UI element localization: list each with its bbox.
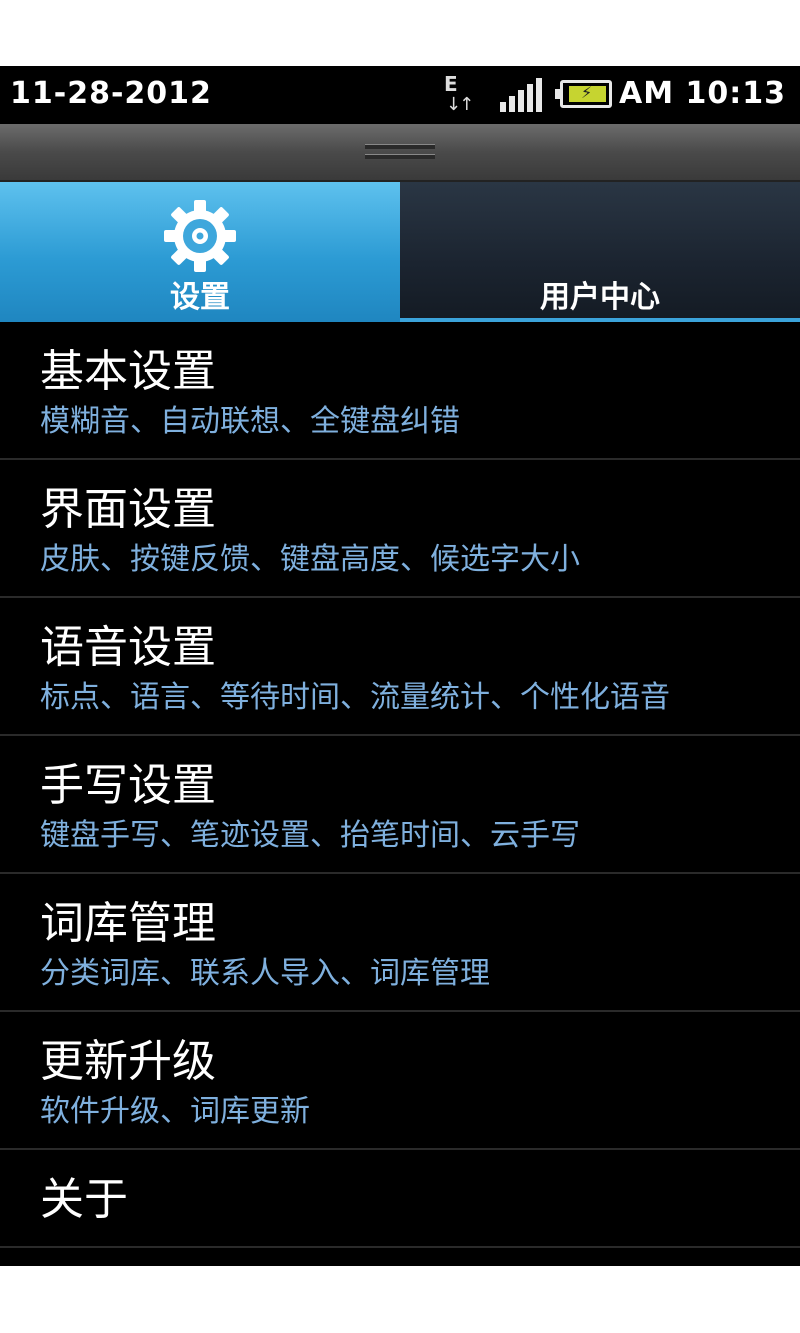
settings-list: 基本设置 模糊音、自动联想、全键盘纠错 界面设置 皮肤、按键反馈、键盘高度、候选… <box>0 322 800 1248</box>
item-subtitle: 分类词库、联系人导入、词库管理 <box>40 956 490 991</box>
list-item-dictionary-management[interactable]: 词库管理 分类词库、联系人导入、词库管理 <box>0 874 800 1012</box>
tab-user-center-label: 用户中心 <box>540 280 660 315</box>
tab-settings-label: 设置 <box>170 280 230 315</box>
item-subtitle: 键盘手写、笔迹设置、抬笔时间、云手写 <box>40 818 580 853</box>
item-title: 手写设置 <box>40 760 216 811</box>
item-title: 界面设置 <box>40 484 216 535</box>
data-network-icon: E ↓↑ <box>444 72 474 115</box>
tab-user-center[interactable]: 用户中心 <box>400 182 800 322</box>
tab-settings[interactable]: 设置 <box>0 182 400 322</box>
item-title: 语音设置 <box>40 622 216 673</box>
item-subtitle: 皮肤、按键反馈、键盘高度、候选字大小 <box>40 542 580 577</box>
item-subtitle: 模糊音、自动联想、全键盘纠错 <box>40 404 460 439</box>
tab-bar: 设置 用户中心 <box>0 182 800 322</box>
item-title: 词库管理 <box>40 898 216 949</box>
list-item-about[interactable]: 关于 <box>0 1150 800 1248</box>
list-item-basic-settings[interactable]: 基本设置 模糊音、自动联想、全键盘纠错 <box>0 322 800 460</box>
item-title: 基本设置 <box>40 346 216 397</box>
gear-icon <box>164 200 236 272</box>
status-time: AM 10:13 <box>618 76 786 111</box>
item-title: 关于 <box>40 1174 128 1225</box>
list-item-voice-settings[interactable]: 语音设置 标点、语言、等待时间、流量统计、个性化语音 <box>0 598 800 736</box>
list-item-update-upgrade[interactable]: 更新升级 软件升级、词库更新 <box>0 1012 800 1150</box>
list-item-interface-settings[interactable]: 界面设置 皮肤、按键反馈、键盘高度、候选字大小 <box>0 460 800 598</box>
notification-drag-handle[interactable] <box>0 124 800 182</box>
battery-charging-icon: ⚡ <box>555 80 612 108</box>
signal-strength-icon <box>500 78 548 112</box>
phone-screen: 11-28-2012 E ↓↑ ⚡ AM 10:13 设置 用户中心 基本设置 … <box>0 66 800 1266</box>
item-title: 更新升级 <box>40 1036 216 1087</box>
item-subtitle: 软件升级、词库更新 <box>40 1094 310 1129</box>
list-item-handwriting-settings[interactable]: 手写设置 键盘手写、笔迹设置、抬笔时间、云手写 <box>0 736 800 874</box>
status-date: 11-28-2012 <box>10 76 212 111</box>
item-subtitle: 标点、语言、等待时间、流量统计、个性化语音 <box>40 680 670 715</box>
status-bar: 11-28-2012 E ↓↑ ⚡ AM 10:13 <box>0 66 800 124</box>
